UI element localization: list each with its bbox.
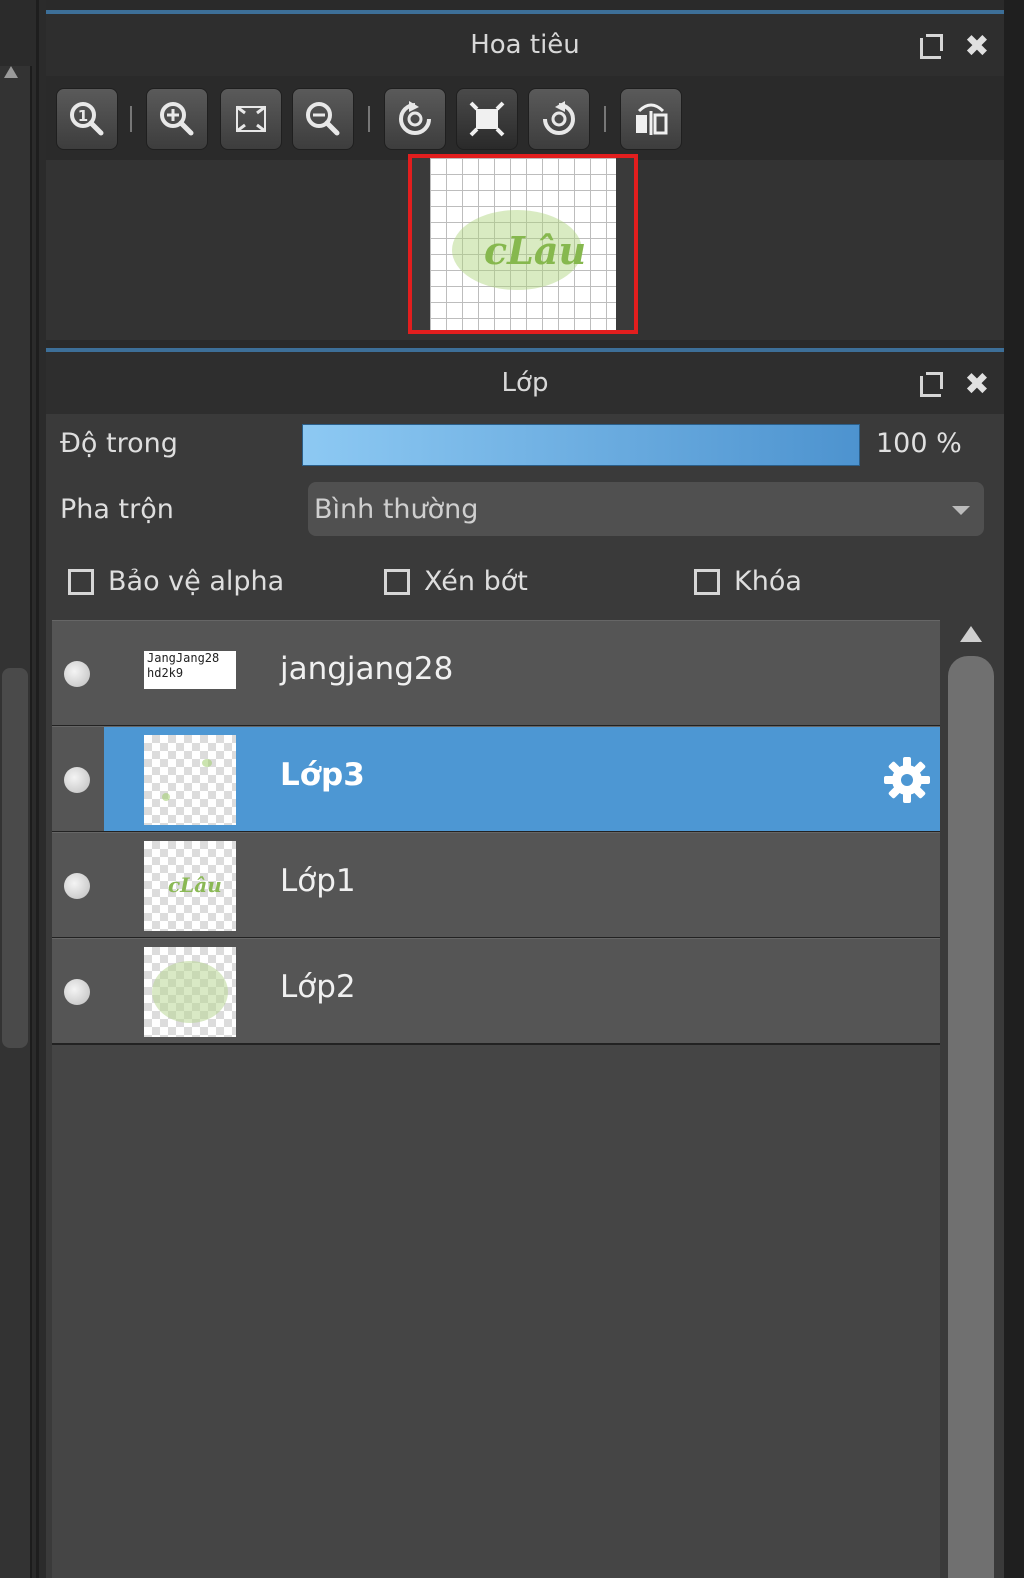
visibility-toggle[interactable] xyxy=(64,873,90,899)
thumbnail-text: cLâu xyxy=(168,873,222,897)
zoom-out-icon xyxy=(306,102,340,136)
rotate-left-icon xyxy=(399,101,431,135)
close-icon[interactable]: ✖ xyxy=(962,370,992,400)
layer-row-lop2[interactable]: Lớp2 xyxy=(52,938,940,1045)
layer-name: Lớp3 xyxy=(280,757,365,793)
flip-horizontal-icon xyxy=(636,103,668,135)
scroll-up-icon[interactable] xyxy=(960,626,982,642)
toolbar-separator xyxy=(368,106,370,132)
preview-margin-right xyxy=(616,158,634,330)
lock-label: Khóa xyxy=(734,566,802,597)
protect-alpha-option[interactable]: Bảo vệ alpha xyxy=(68,566,284,597)
layers-panel-header[interactable]: Lớp ✖ xyxy=(46,352,1004,414)
popout-icon[interactable] xyxy=(918,32,948,62)
reset-view-button[interactable] xyxy=(456,88,518,150)
layer-row-lop3[interactable]: Lớp3 xyxy=(52,726,940,833)
protect-alpha-checkbox[interactable] xyxy=(68,568,94,595)
scrollbar-thumb[interactable] xyxy=(948,656,994,1578)
clipping-option[interactable]: Xén bớt xyxy=(384,566,528,597)
clipping-checkbox[interactable] xyxy=(384,568,410,595)
blend-mode-select[interactable]: Bình thường xyxy=(308,482,984,536)
left-scrollbar-thumb[interactable] xyxy=(2,668,28,1048)
layer-list: JangJang28 hd2k9 jangjang28 Lớp3 cLâu Lớ… xyxy=(52,620,940,1578)
layer-thumbnail: JangJang28 hd2k9 xyxy=(144,651,236,689)
window-edge xyxy=(1004,0,1024,1578)
layer-thumbnail xyxy=(144,735,236,825)
layer-row-jangjang28[interactable]: JangJang28 hd2k9 jangjang28 xyxy=(52,620,940,727)
popout-icon[interactable] xyxy=(918,370,948,400)
blend-mode-label: Pha trộn xyxy=(60,494,174,525)
visibility-toggle[interactable] xyxy=(64,767,90,793)
layer-thumbnail xyxy=(144,947,236,1037)
zoom-actual-button[interactable]: 1 xyxy=(56,88,118,150)
protect-alpha-label: Bảo vệ alpha xyxy=(108,566,285,597)
navigator-toolbar: 1 xyxy=(46,76,1004,160)
navigator-title: Hoa tiêu xyxy=(470,30,580,60)
toolbar-separator xyxy=(604,106,606,132)
visibility-toggle[interactable] xyxy=(64,661,90,687)
layers-title: Lớp xyxy=(501,368,549,398)
fit-screen-icon xyxy=(236,105,266,133)
opacity-value: 100 % xyxy=(876,428,962,459)
rotate-left-button[interactable] xyxy=(384,88,446,150)
zoom-actual-icon: 1 xyxy=(70,102,104,136)
zoom-out-button[interactable] xyxy=(292,88,354,150)
rotate-right-icon xyxy=(543,101,575,135)
layer-row-lop1[interactable]: cLâu Lớp1 xyxy=(52,832,940,939)
layer-name: Lớp2 xyxy=(280,969,356,1005)
preview-margin-left xyxy=(412,158,430,330)
rotate-right-button[interactable] xyxy=(528,88,590,150)
opacity-slider[interactable] xyxy=(302,424,860,466)
toolbar-separator xyxy=(130,106,132,132)
opacity-label: Độ trong xyxy=(60,428,178,459)
gear-icon[interactable] xyxy=(882,755,932,805)
zoom-in-button[interactable] xyxy=(146,88,208,150)
close-icon[interactable]: ✖ xyxy=(962,32,992,62)
lock-option[interactable]: Khóa xyxy=(694,566,802,597)
navigator-panel: Hoa tiêu ✖ 1 cLâu xyxy=(46,10,1004,340)
lock-checkbox[interactable] xyxy=(694,568,720,595)
svg-text:1: 1 xyxy=(78,107,88,125)
clipping-label: Xén bớt xyxy=(424,566,528,597)
artwork-text: cLâu xyxy=(484,228,587,273)
layer-name: jangjang28 xyxy=(280,651,454,687)
layer-list-scrollbar[interactable] xyxy=(946,620,998,1578)
layers-panel: Lớp ✖ Độ trong 100 % Pha trộn Bình thườn… xyxy=(46,348,1004,1578)
visibility-toggle[interactable] xyxy=(64,979,90,1005)
thumbnail-text: JangJang28 hd2k9 xyxy=(147,651,220,680)
chevron-down-icon xyxy=(952,506,970,515)
blend-mode-value: Bình thường xyxy=(314,494,479,525)
zoom-in-icon xyxy=(160,102,194,136)
fit-screen-button[interactable] xyxy=(220,88,282,150)
left-scroll-up-icon[interactable] xyxy=(4,66,18,78)
panel-divider[interactable] xyxy=(36,0,39,1578)
reset-view-icon xyxy=(469,101,505,137)
layer-name: Lớp1 xyxy=(280,863,356,899)
layer-thumbnail: cLâu xyxy=(144,841,236,931)
navigator-panel-header[interactable]: Hoa tiêu ✖ xyxy=(46,14,1004,76)
navigator-preview[interactable]: cLâu xyxy=(408,154,638,334)
flip-horizontal-button[interactable] xyxy=(620,88,682,150)
left-side-panel xyxy=(0,0,46,1578)
